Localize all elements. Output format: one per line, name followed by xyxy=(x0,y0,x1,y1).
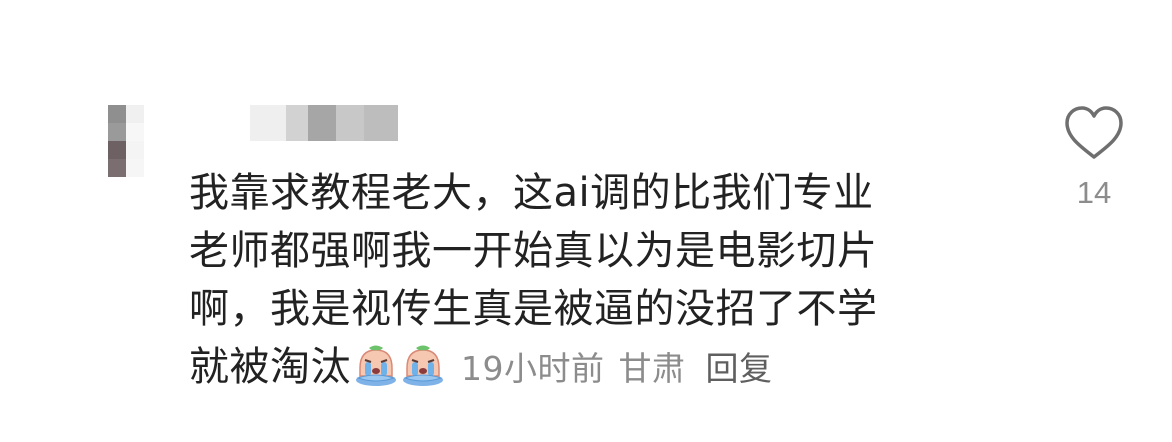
avatar-pixel xyxy=(108,141,126,159)
username-pixel xyxy=(250,105,286,141)
avatar-pixel xyxy=(126,123,144,141)
crying-face-emoji-icon xyxy=(403,345,443,386)
avatar-pixel xyxy=(108,105,126,123)
crying-face-emoji-icon xyxy=(356,345,396,386)
avatar-pixel xyxy=(126,159,144,177)
avatar-pixel xyxy=(126,141,144,159)
comment-time: 19小时前 xyxy=(461,349,605,388)
username-pixel xyxy=(286,105,308,141)
comment-line: 我靠求教程老大，这ai调的比我们专业 xyxy=(189,170,874,216)
comment-meta: 19小时前 甘肃 回复 xyxy=(461,349,787,388)
username-obscured[interactable] xyxy=(250,105,398,141)
comment-item: 我靠求教程老大，这ai调的比我们专业 老师都强啊我一开始真以为是电影切片 啊，我… xyxy=(0,0,1172,442)
like-count: 14 xyxy=(1076,175,1112,210)
comment-line: 啊，我是视传生真是被逼的没招了不学 xyxy=(189,286,878,332)
comment-line: 就被淘汰 xyxy=(189,344,351,390)
comment-last-line: 就被淘汰 19小时前 甘肃 回复 xyxy=(189,338,989,398)
username-pixel xyxy=(308,105,336,141)
reply-button[interactable]: 回复 xyxy=(706,349,773,388)
avatar-pixel xyxy=(108,123,126,141)
username-pixel xyxy=(364,105,398,141)
like-button[interactable]: 14 xyxy=(1058,105,1130,211)
avatar-pixel xyxy=(126,105,144,123)
heart-outline-icon xyxy=(1065,106,1123,159)
username-pixel xyxy=(336,105,364,141)
avatar[interactable] xyxy=(108,105,144,177)
comment-location: 甘肃 xyxy=(618,349,686,388)
comment-line: 老师都强啊我一开始真以为是电影切片 xyxy=(189,228,878,274)
comment-body: 我靠求教程老大，这ai调的比我们专业 老师都强啊我一开始真以为是电影切片 啊，我… xyxy=(189,164,989,398)
avatar-pixel xyxy=(108,159,126,177)
